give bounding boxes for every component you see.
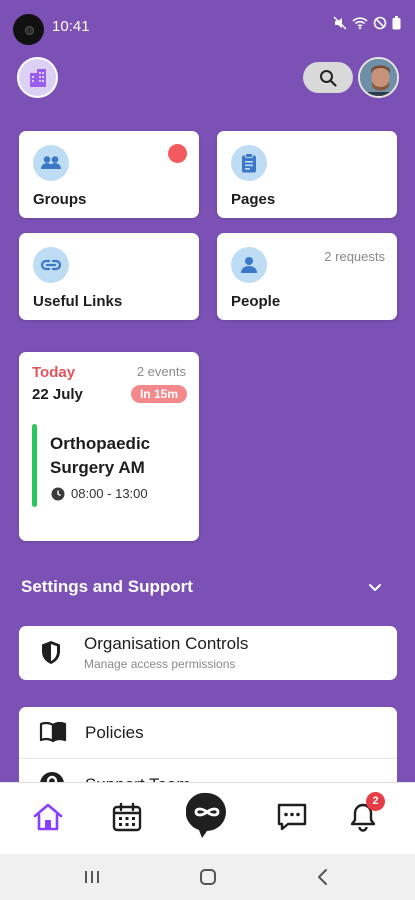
recents-button[interactable]	[72, 864, 112, 890]
tile-useful-links[interactable]: Useful Links	[19, 233, 199, 320]
person-icon	[231, 247, 267, 283]
event-count: 2 events	[136, 364, 186, 379]
system-nav-bar	[0, 854, 415, 900]
back-button[interactable]	[303, 864, 343, 890]
camera-cutout	[13, 14, 44, 45]
event-date: 22 July	[32, 386, 83, 403]
event-time-row: 08:00 - 13:00	[51, 486, 148, 501]
groups-icon	[33, 145, 69, 181]
org-logo-button[interactable]	[17, 57, 58, 98]
settings-section-header[interactable]: Settings and Support	[21, 575, 397, 599]
link-icon	[33, 247, 69, 283]
event-day-label: Today	[32, 364, 76, 381]
tile-label: Groups	[33, 191, 87, 208]
notifications-badge: 2	[366, 792, 385, 811]
chat-icon	[277, 803, 307, 831]
tile-label: Pages	[231, 191, 276, 208]
list-item-policies[interactable]: Policies	[19, 707, 397, 759]
tile-label: People	[231, 293, 281, 310]
home-icon	[33, 803, 63, 831]
status-bar: 10:41	[0, 0, 415, 54]
bottom-tab-bar	[0, 782, 415, 854]
row-label: Policies	[85, 723, 144, 742]
home-nav-button[interactable]	[188, 864, 228, 890]
organisation-controls-item[interactable]: Organisation Controls Manage access perm…	[19, 626, 397, 680]
today-event-card[interactable]: Today 2 events 22 July In 15m Orthopaedi…	[19, 352, 199, 541]
tab-app-home[interactable]	[186, 791, 228, 839]
back-icon	[318, 869, 327, 885]
tile-people[interactable]: 2 requests People	[217, 233, 397, 320]
search-button[interactable]	[303, 62, 353, 93]
app-logo-icon	[186, 792, 226, 838]
event-time-badge: In 15m	[130, 385, 187, 403]
event-title: Orthopaedic Surgery AM	[50, 434, 151, 477]
book-icon	[39, 721, 67, 743]
tile-label: Useful Links	[33, 293, 123, 310]
section-title: Settings and Support	[21, 577, 193, 596]
event-time: 08:00 - 13:00	[71, 486, 148, 501]
tile-pages[interactable]: Pages	[217, 131, 397, 218]
shield-icon	[42, 641, 60, 664]
tab-messages[interactable]	[272, 797, 312, 837]
user-avatar-icon	[360, 59, 397, 96]
chevron-down-icon	[369, 584, 381, 591]
clock-icon	[51, 487, 65, 500]
requests-count: 2 requests	[324, 249, 385, 264]
org-controls-subtitle: Manage access permissions	[84, 657, 236, 671]
battery-icon	[392, 16, 401, 30]
avatar[interactable]	[358, 57, 399, 98]
tile-groups[interactable]: Groups	[19, 131, 199, 218]
recents-icon	[85, 871, 99, 883]
nav-home-icon	[200, 869, 216, 885]
status-time: 10:41	[52, 18, 90, 35]
wifi-icon	[352, 17, 368, 30]
do-not-disturb-icon	[373, 16, 387, 30]
tab-calendar[interactable]	[107, 797, 147, 837]
search-icon	[320, 69, 337, 87]
status-icons	[333, 16, 401, 30]
notification-dot	[168, 144, 187, 163]
building-icon	[29, 68, 46, 87]
calendar-icon	[112, 802, 142, 832]
event-color-bar	[32, 424, 37, 507]
org-controls-title: Organisation Controls	[84, 634, 249, 653]
clipboard-icon	[231, 145, 267, 181]
mute-icon	[333, 16, 347, 30]
tab-home[interactable]	[28, 797, 68, 837]
